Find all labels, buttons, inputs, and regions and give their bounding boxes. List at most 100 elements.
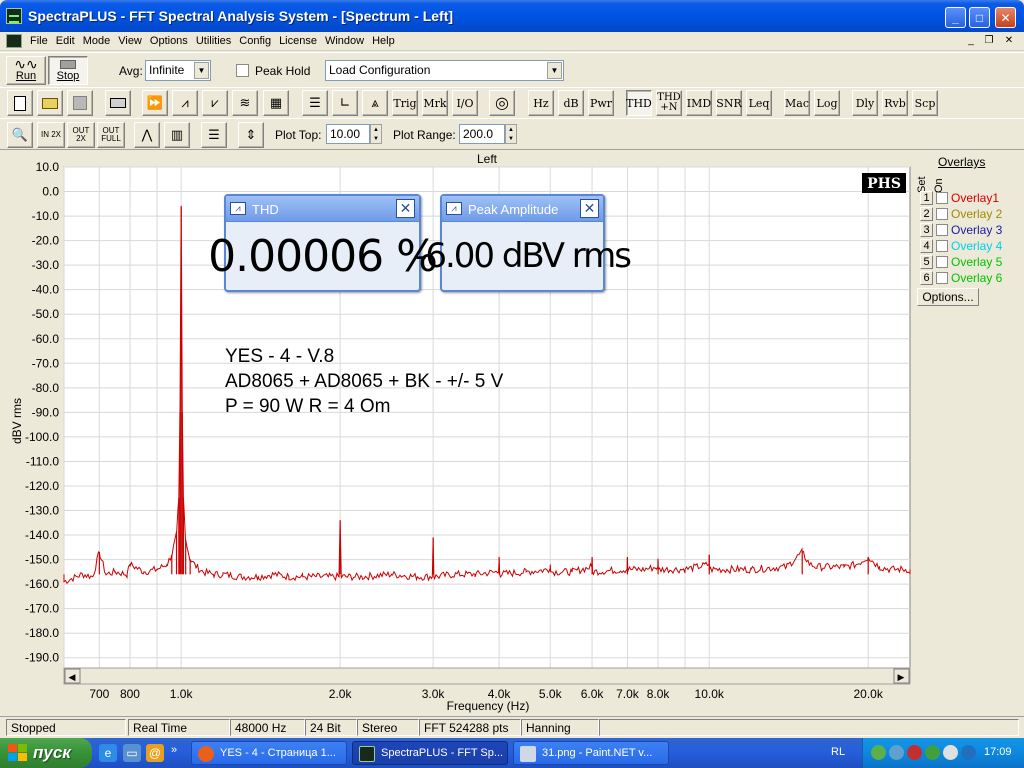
quicklaunch-expand-icon[interactable]: » — [171, 744, 177, 756]
run-button[interactable]: ∿∿ Run — [6, 56, 46, 85]
document-icon[interactable] — [6, 34, 22, 48]
tray-app-icon[interactable] — [871, 745, 886, 760]
menu-mode[interactable]: Mode — [79, 35, 115, 47]
overlay-set-button[interactable]: 3 — [920, 223, 933, 237]
menu-view[interactable]: View — [114, 35, 146, 47]
menu-utilities[interactable]: Utilities — [192, 35, 235, 47]
tray-network-icon[interactable] — [889, 745, 904, 760]
overlay-set-button[interactable]: 5 — [920, 255, 933, 269]
dly-button[interactable]: Dly — [852, 90, 878, 116]
save-button[interactable]: save-disk-icon — [67, 90, 93, 116]
imd-button[interactable]: IMD — [686, 90, 712, 116]
open-button[interactable]: open-folder-icon — [37, 90, 63, 116]
horizontal-scrollbar[interactable] — [63, 667, 911, 685]
overlay-row-2[interactable]: 2 Overlay 2 — [917, 207, 1023, 221]
tray-update-icon[interactable] — [925, 745, 940, 760]
language-indicator[interactable]: RL — [831, 746, 845, 758]
octave-bars-button[interactable]: ▥ — [164, 122, 190, 148]
leq-button[interactable]: Leq — [746, 90, 772, 116]
menu-file[interactable]: File — [26, 35, 52, 47]
overlay-checkbox[interactable] — [936, 192, 948, 204]
overlay-checkbox[interactable] — [936, 224, 948, 236]
scale-button[interactable]: ⇕ — [238, 122, 264, 148]
thd-meter-window[interactable]: ⩘ THD ✕ 0.00006 % — [208, 194, 438, 292]
browser-icon[interactable]: e — [99, 744, 117, 762]
snr-button[interactable]: SNR — [716, 90, 742, 116]
zoom-in-2x-button[interactable]: IN 2X — [37, 122, 65, 148]
phase-button[interactable]: ⩗ — [202, 90, 228, 116]
plot-top-input[interactable]: 10.00 — [326, 124, 370, 144]
waterfall-button[interactable]: ≋ — [232, 90, 258, 116]
mdi-close-button[interactable]: ✕ — [1002, 35, 1016, 48]
overlay-set-button[interactable]: 2 — [920, 207, 933, 221]
thd-n-button[interactable]: THD +N — [656, 90, 682, 116]
start-button[interactable]: пуск — [0, 738, 92, 768]
mdi-restore-button[interactable]: ❐ — [982, 35, 996, 48]
minimize-button[interactable]: _ — [945, 7, 966, 28]
tray-skype-icon[interactable] — [961, 745, 976, 760]
menu-config[interactable]: Config — [235, 35, 275, 47]
maximize-button[interactable]: □ — [969, 7, 990, 28]
menu-window[interactable]: Window — [321, 35, 368, 47]
task-firefox[interactable]: YES - 4 - Страница 1... — [191, 741, 347, 765]
close-button[interactable]: ✕ — [995, 7, 1016, 28]
zoom-out-2x-button[interactable]: OUT 2X — [67, 122, 95, 148]
overlay-set-button[interactable]: 6 — [920, 271, 933, 285]
overlay-row-3[interactable]: 3 Overlay 3 — [917, 223, 1023, 237]
log-button[interactable]: Log — [814, 90, 840, 116]
task-paint-net[interactable]: 31.png - Paint.NET v... — [513, 741, 669, 765]
trig-button[interactable]: Trig — [392, 90, 418, 116]
zoom-out-full-button[interactable]: OUT FULL — [97, 122, 125, 148]
overlay-set-button[interactable]: 1 — [920, 191, 933, 205]
peak-meter-titlebar[interactable]: ⩘ Peak Amplitude ✕ — [442, 196, 603, 222]
thd-meter-titlebar[interactable]: ⩘ THD ✕ — [226, 196, 419, 222]
menu-help[interactable]: Help — [368, 35, 399, 47]
io-button[interactable]: I/O — [452, 90, 478, 116]
overlay-set-button[interactable]: 4 — [920, 239, 933, 253]
mac-button[interactable]: Mac — [784, 90, 810, 116]
load-configuration-select[interactable]: Load Configuration ▼ — [325, 60, 564, 81]
menu-edit[interactable]: Edit — [52, 35, 79, 47]
plot-range-spinner[interactable]: ▲ ▼ — [505, 124, 517, 144]
analyzer-button[interactable]: ☰ — [302, 90, 328, 116]
volume-icon[interactable] — [943, 745, 958, 760]
thd-button[interactable]: THD — [626, 90, 652, 116]
overlay-checkbox[interactable] — [936, 240, 948, 252]
scp-button[interactable]: Scp — [912, 90, 938, 116]
task-spectraplus[interactable]: SpectraPLUS - FFT Sp... — [352, 741, 508, 765]
mdi-minimize-button[interactable]: _ — [964, 35, 978, 48]
time-series-button[interactable]: ⏩ — [142, 90, 168, 116]
plot-range-input[interactable]: 200.0 — [459, 124, 505, 144]
spectrogram-button[interactable]: ▦ — [263, 90, 289, 116]
peak-amplitude-meter-window[interactable]: ⩘ Peak Amplitude ✕ -6.00 dBV rms — [415, 194, 632, 292]
overlay-row-6[interactable]: 6 Overlay 6 — [917, 271, 1023, 285]
email-icon[interactable]: @ — [146, 744, 164, 762]
close-icon[interactable]: ✕ — [580, 199, 599, 218]
avg-select[interactable]: Infinite ▼ — [145, 60, 211, 81]
spectrum-button[interactable]: ⩘ — [172, 90, 198, 116]
title-bar[interactable]: SpectraPLUS - FFT Spectral Analysis Syst… — [0, 0, 1024, 32]
peak-hold-checkbox[interactable] — [236, 64, 249, 77]
plot-top-spinner[interactable]: ▲ ▼ — [370, 124, 382, 144]
close-icon[interactable]: ✕ — [396, 199, 415, 218]
zoom-button[interactable]: 🔍 — [7, 122, 33, 148]
overlay-row-5[interactable]: 5 Overlay 5 — [917, 255, 1023, 269]
overlay-checkbox[interactable] — [936, 256, 948, 268]
pwr-button[interactable]: Pwr — [588, 90, 614, 116]
overlay-checkbox[interactable] — [936, 208, 948, 220]
overlay-options-button[interactable]: Options... — [917, 288, 979, 306]
desktop-icon[interactable]: ▭ — [123, 744, 141, 762]
rvb-button[interactable]: Rvb — [882, 90, 908, 116]
overlay-checkbox[interactable] — [936, 272, 948, 284]
axes-button[interactable]: ∟ — [332, 90, 358, 116]
stop-button[interactable]: Stop — [48, 56, 88, 85]
overlay-row-1[interactable]: 1 Overlay1 — [917, 191, 1023, 205]
menu-license[interactable]: License — [275, 35, 321, 47]
mrk-button[interactable]: Mrk — [422, 90, 448, 116]
peak-view-button[interactable]: ⋀ — [134, 122, 160, 148]
hz-button[interactable]: Hz — [528, 90, 554, 116]
generator-button[interactable]: ◎ — [489, 90, 515, 116]
overlay-row-4[interactable]: 4 Overlay 4 — [917, 239, 1023, 253]
menu-options[interactable]: Options — [146, 35, 192, 47]
db-button[interactable]: dB — [558, 90, 584, 116]
